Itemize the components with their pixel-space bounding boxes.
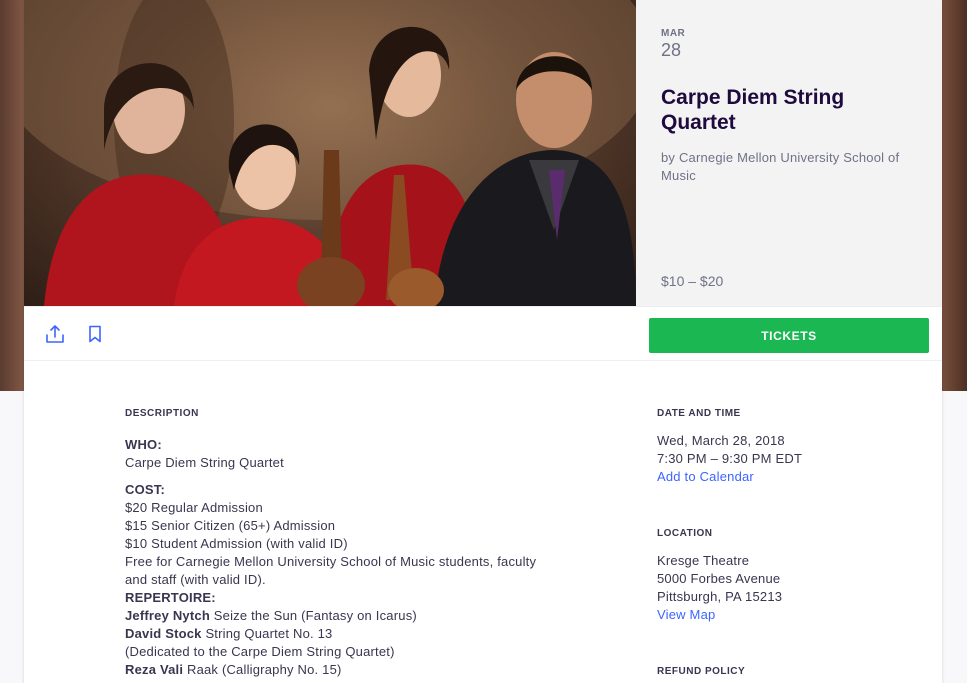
repertoire-item: Reza Vali Raak (Calligraphy No. 15): [125, 661, 545, 679]
work-dedication: (Dedicated to the Carpe Diem String Quar…: [125, 644, 395, 659]
view-map-link[interactable]: View Map: [657, 606, 917, 624]
event-date: Wed, March 28, 2018: [657, 433, 785, 448]
venue-city: Pittsburgh, PA 15213: [657, 589, 783, 604]
event-card: MAR 28 Carpe Diem String Quartet by Carn…: [24, 0, 942, 683]
venue-street: 5000 Forbes Avenue: [657, 571, 781, 586]
location-body: Kresge Theatre 5000 Forbes Avenue Pittsb…: [657, 552, 917, 624]
description-heading: DESCRIPTION: [125, 408, 199, 419]
venue-name: Kresge Theatre: [657, 553, 750, 568]
date-time-section: DATE AND TIME Wed, March 28, 2018 7:30 P…: [657, 408, 917, 486]
event-day: 28: [661, 40, 682, 60]
cost-label: COST:: [125, 482, 165, 497]
date-time-body: Wed, March 28, 2018 7:30 PM – 9:30 PM ED…: [657, 432, 917, 486]
refund-policy-section: REFUND POLICY: [657, 666, 917, 677]
cost-line: Free for Carnegie Mellon University Scho…: [125, 554, 537, 587]
repertoire-item: Jeffrey Nytch Seize the Sun (Fantasy on …: [125, 607, 545, 625]
who-value: Carpe Diem String Quartet: [125, 455, 284, 470]
location-heading: LOCATION: [657, 528, 713, 539]
composer-name: Reza Vali: [125, 662, 184, 677]
composer-name: Jeffrey Nytch: [125, 608, 210, 623]
event-title: Carpe Diem String Quartet: [661, 86, 845, 134]
cost-line: $15 Senior Citizen (65+) Admission: [125, 518, 336, 533]
date-time-heading: DATE AND TIME: [657, 408, 741, 419]
event-hero-image: [24, 0, 636, 306]
repertoire-item: (Dedicated to the Carpe Diem String Quar…: [125, 643, 545, 661]
event-time: 7:30 PM – 9:30 PM EDT: [657, 451, 803, 466]
organizer-name[interactable]: by Carnegie Mellon University School of …: [661, 149, 918, 185]
cost-line: $20 Regular Admission: [125, 500, 263, 515]
work-title: String Quartet No. 13: [205, 626, 333, 641]
work-title: Seize the Sun (Fantasy on Icarus): [213, 608, 417, 623]
repertoire-label: REPERTOIRE:: [125, 590, 216, 605]
cost-line: $10 Student Admission (with valid ID): [125, 536, 348, 551]
work-title: Raak (Calligraphy No. 15): [186, 662, 342, 677]
who-label: WHO:: [125, 437, 162, 452]
share-icon[interactable]: [42, 321, 68, 347]
event-month: MAR: [661, 28, 686, 39]
tickets-button[interactable]: TICKETS: [649, 318, 929, 353]
price-range: $10 – $20: [661, 273, 724, 289]
event-summary-panel: MAR 28 Carpe Diem String Quartet by Carn…: [636, 0, 942, 306]
description-section: DESCRIPTION WHO: Carpe Diem String Quart…: [125, 408, 545, 679]
repertoire-item: David Stock String Quartet No. 13: [125, 625, 545, 643]
add-to-calendar-link[interactable]: Add to Calendar: [657, 468, 917, 486]
bookmark-icon[interactable]: [82, 321, 108, 347]
location-section: LOCATION Kresge Theatre 5000 Forbes Aven…: [657, 528, 917, 624]
refund-policy-heading: REFUND POLICY: [657, 666, 746, 677]
action-bar: TICKETS: [24, 306, 942, 361]
composer-name: David Stock: [125, 626, 202, 641]
description-body: WHO: Carpe Diem String Quartet COST: $20…: [125, 436, 545, 679]
